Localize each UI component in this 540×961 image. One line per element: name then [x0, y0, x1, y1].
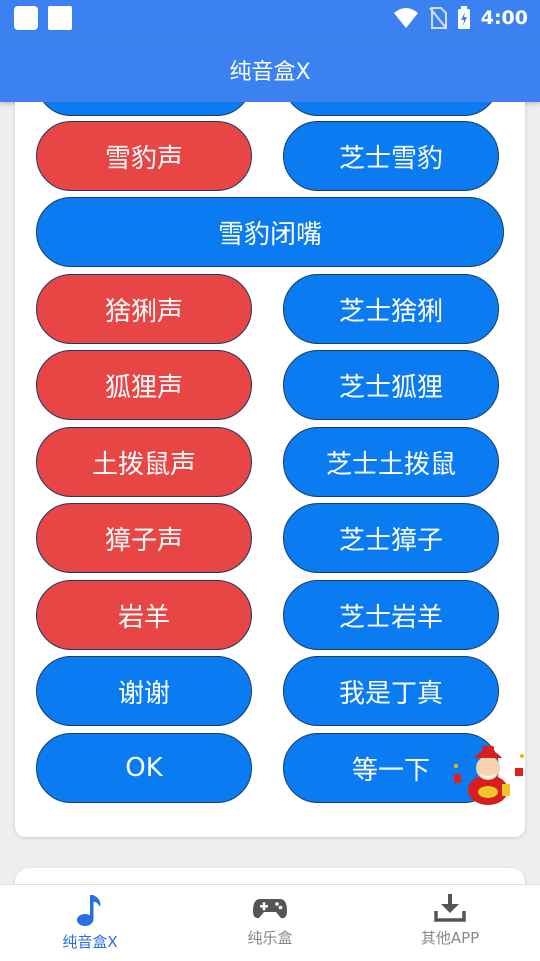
cheese-fox-button[interactable]: 芝士狐狸 [283, 350, 499, 420]
sound-button[interactable] [36, 102, 252, 116]
cheese-snow-leopard-button[interactable]: 芝士雪豹 [283, 121, 499, 191]
thank-you-button[interactable]: 谢谢 [36, 656, 252, 726]
notification-icons [14, 6, 72, 30]
music-note-icon [77, 895, 101, 926]
sound-button[interactable] [283, 102, 499, 116]
notification-icon [48, 6, 72, 30]
page-title: 纯音盒X [229, 60, 311, 85]
app-bar: 纯音盒X [0, 38, 540, 102]
blue-sheep-sound-button[interactable]: 岩羊 [36, 580, 252, 650]
next-card [15, 868, 525, 884]
clock: 4:00 [480, 7, 528, 29]
nav-tab-pure-music-box[interactable]: 纯乐盒 [180, 885, 360, 961]
cheese-marmot-button[interactable]: 芝士土拨鼠 [283, 427, 499, 497]
cheese-lynx-button[interactable]: 芝士猞猁 [283, 274, 499, 344]
cheese-blue-sheep-button[interactable]: 芝士岩羊 [283, 580, 499, 650]
status-bar: 4:00 [0, 0, 540, 38]
bottom-navigation: 纯音盒X 纯乐盒 其他APP [0, 884, 540, 961]
snow-leopard-sound-button[interactable]: 雪豹声 [36, 121, 252, 191]
marmot-sound-button[interactable]: 土拨鼠声 [36, 427, 252, 497]
ok-button[interactable]: OK [36, 733, 252, 803]
cheese-musk-deer-button[interactable]: 芝士獐子 [283, 503, 499, 573]
fox-sound-button[interactable]: 狐狸声 [36, 350, 252, 420]
floating-mascot-icon[interactable] [452, 744, 526, 806]
wifi-icon [393, 8, 418, 28]
nav-tab-other-apps[interactable]: 其他APP [360, 885, 540, 961]
snow-leopard-shut-up-button[interactable]: 雪豹闭嘴 [36, 197, 504, 267]
i-am-dingzhen-button[interactable]: 我是丁真 [283, 656, 499, 726]
battery-charging-icon [457, 6, 470, 29]
notification-icon [14, 6, 38, 30]
lynx-sound-button[interactable]: 猞猁声 [36, 274, 252, 344]
gamepad-icon [253, 899, 287, 919]
nav-tab-music-box[interactable]: 纯音盒X [0, 885, 180, 961]
download-icon [434, 894, 466, 922]
musk-deer-sound-button[interactable]: 獐子声 [36, 503, 252, 573]
no-sim-icon [428, 7, 447, 29]
